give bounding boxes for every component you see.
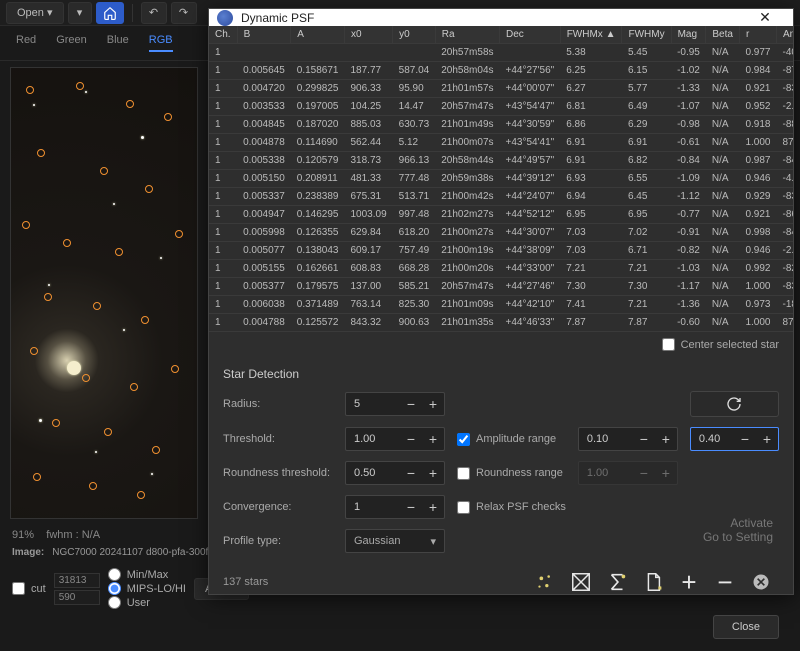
table-row[interactable]: 10.0048450.187020885.03630.7321h01m49s+4…	[209, 116, 793, 134]
label-convergence: Convergence:	[223, 501, 333, 513]
table-row[interactable]: 10.0048780.114690562.445.1221h00m07s+43°…	[209, 134, 793, 152]
radio-minmax[interactable]: Min/Max	[108, 568, 186, 581]
table-row[interactable]: 10.0059980.126355629.84618.2021h00m27s+4…	[209, 224, 793, 242]
tab-blue[interactable]: Blue	[107, 34, 129, 52]
amp-hi-stepper[interactable]: −+	[690, 427, 779, 451]
column-header[interactable]: FWHMx ▲	[560, 26, 622, 44]
table-row[interactable]: 10.0035330.197005104.2514.4720h57m47s+43…	[209, 98, 793, 116]
threshold-stepper[interactable]: −+	[345, 427, 445, 451]
close-icon[interactable]: ✕	[745, 9, 785, 26]
crossed-box-button[interactable]	[563, 567, 599, 597]
table-row[interactable]: 120h57m58s5.385.45-0.95N/A0.977-40.77	[209, 44, 793, 62]
detect-stars-button[interactable]	[527, 567, 563, 597]
add-button[interactable]: +	[671, 567, 707, 597]
column-header[interactable]: Angle	[776, 26, 793, 44]
column-header[interactable]: Ch.	[209, 26, 237, 44]
image-preview[interactable]	[10, 67, 198, 519]
dialog-title: Dynamic PSF	[241, 11, 314, 25]
table-row[interactable]: 10.0050770.138043609.17757.4921h00m19s+4…	[209, 242, 793, 260]
label-threshold: Threshold:	[223, 433, 333, 445]
label-profile: Profile type:	[223, 535, 333, 547]
sigma-star-button[interactable]	[599, 567, 635, 597]
dynamic-psf-dialog: Dynamic PSF ✕ Ch.BAx0y0RaDecFWHMx ▲FWHMy…	[208, 8, 794, 595]
radio-mipslohi[interactable]: MIPS-LO/HI	[108, 582, 186, 595]
open-button[interactable]: Open ▾	[6, 2, 64, 24]
sparkle-icon	[534, 571, 556, 593]
table-row[interactable]: 10.0053770.179575137.00585.2120h57m47s+4…	[209, 278, 793, 296]
clear-icon	[751, 572, 771, 592]
relax-psf-checkbox[interactable]: Relax PSF checks	[457, 501, 566, 514]
column-header[interactable]: y0	[393, 26, 436, 44]
column-header[interactable]: FWHMy	[622, 26, 671, 44]
radius-stepper[interactable]: − +	[345, 392, 445, 416]
radio-user[interactable]: User	[108, 596, 186, 609]
remove-button[interactable]: −	[707, 567, 743, 597]
label-roundness: Roundness threshold:	[223, 467, 333, 479]
table-row[interactable]: 10.0053370.238389675.31513.7121h00m42s+4…	[209, 188, 793, 206]
table-row[interactable]: 10.0049470.1462951003.09997.4821h02m27s+…	[209, 206, 793, 224]
label-radius: Radius:	[223, 398, 333, 410]
image-label: Image:	[12, 547, 44, 558]
crossed-box-icon	[570, 571, 592, 593]
cut-checkbox[interactable]: cut	[12, 582, 46, 595]
minus-icon[interactable]: −	[400, 393, 422, 415]
table-row[interactable]: 10.0051500.208911481.33777.4820h59m38s+4…	[209, 170, 793, 188]
close-button[interactable]: Close	[713, 615, 779, 639]
table-row[interactable]: 10.0056450.158671187.77587.0420h58m04s+4…	[209, 62, 793, 80]
column-header[interactable]: A	[291, 26, 345, 44]
app-icon	[217, 10, 233, 26]
undo-button[interactable]: ↶	[141, 2, 167, 24]
column-header[interactable]: Ra	[435, 26, 499, 44]
section-star-detection: Star Detection	[209, 357, 793, 387]
cut-hi-input[interactable]	[54, 573, 100, 588]
roundness-stepper[interactable]: −+	[345, 461, 445, 485]
amplitude-range-checkbox[interactable]: Amplitude range	[457, 433, 566, 446]
document-export-icon	[642, 571, 664, 593]
convergence-stepper[interactable]: −+	[345, 495, 445, 519]
amp-lo-stepper[interactable]: −+	[578, 427, 678, 451]
table-row[interactable]: 10.0051550.162661608.83668.2821h00m20s+4…	[209, 260, 793, 278]
column-header[interactable]: B	[237, 26, 291, 44]
plus-icon[interactable]: +	[422, 393, 444, 415]
psf-table[interactable]: Ch.BAx0y0RaDecFWHMx ▲FWHMyMagBetarAngleR…	[209, 26, 793, 332]
center-selected-checkbox[interactable]: Center selected star	[662, 338, 779, 351]
column-header[interactable]: r	[739, 26, 776, 44]
clear-button[interactable]	[743, 567, 779, 597]
column-header[interactable]: Beta	[706, 26, 740, 44]
round-hi-stepper: −+	[578, 461, 678, 485]
export-button[interactable]	[635, 567, 671, 597]
chevron-down-icon: ▾	[430, 535, 436, 548]
home-icon	[103, 6, 117, 20]
redo-button[interactable]: ↷	[171, 2, 197, 24]
tab-rgb[interactable]: RGB	[149, 34, 173, 52]
refresh-icon	[726, 396, 742, 412]
table-row[interactable]: 10.0047200.299825906.3395.9021h01m57s+44…	[209, 80, 793, 98]
cut-lo-input[interactable]	[54, 590, 100, 605]
dialog-titlebar[interactable]: Dynamic PSF ✕	[209, 9, 793, 26]
tab-red[interactable]: Red	[16, 34, 36, 52]
table-row[interactable]: 10.0060380.371489763.14825.3021h01m09s+4…	[209, 296, 793, 314]
home-button[interactable]	[96, 2, 124, 24]
star-count: 137 stars	[223, 576, 343, 588]
dropdown-button[interactable]: ▾	[68, 2, 92, 24]
table-row[interactable]: 10.0047880.125572843.32900.6321h01m35s+4…	[209, 314, 793, 332]
refresh-button[interactable]	[690, 391, 779, 417]
column-header[interactable]: x0	[345, 26, 393, 44]
roundness-range-checkbox[interactable]: Roundness range	[457, 467, 566, 480]
profile-select[interactable]: Gaussian▾	[345, 529, 445, 553]
sigma-icon	[606, 571, 628, 593]
column-header[interactable]: Dec	[500, 26, 561, 44]
tab-green[interactable]: Green	[56, 34, 87, 52]
column-header[interactable]: Mag	[671, 26, 706, 44]
table-row[interactable]: 10.0053380.120579318.73966.1320h58m44s+4…	[209, 152, 793, 170]
